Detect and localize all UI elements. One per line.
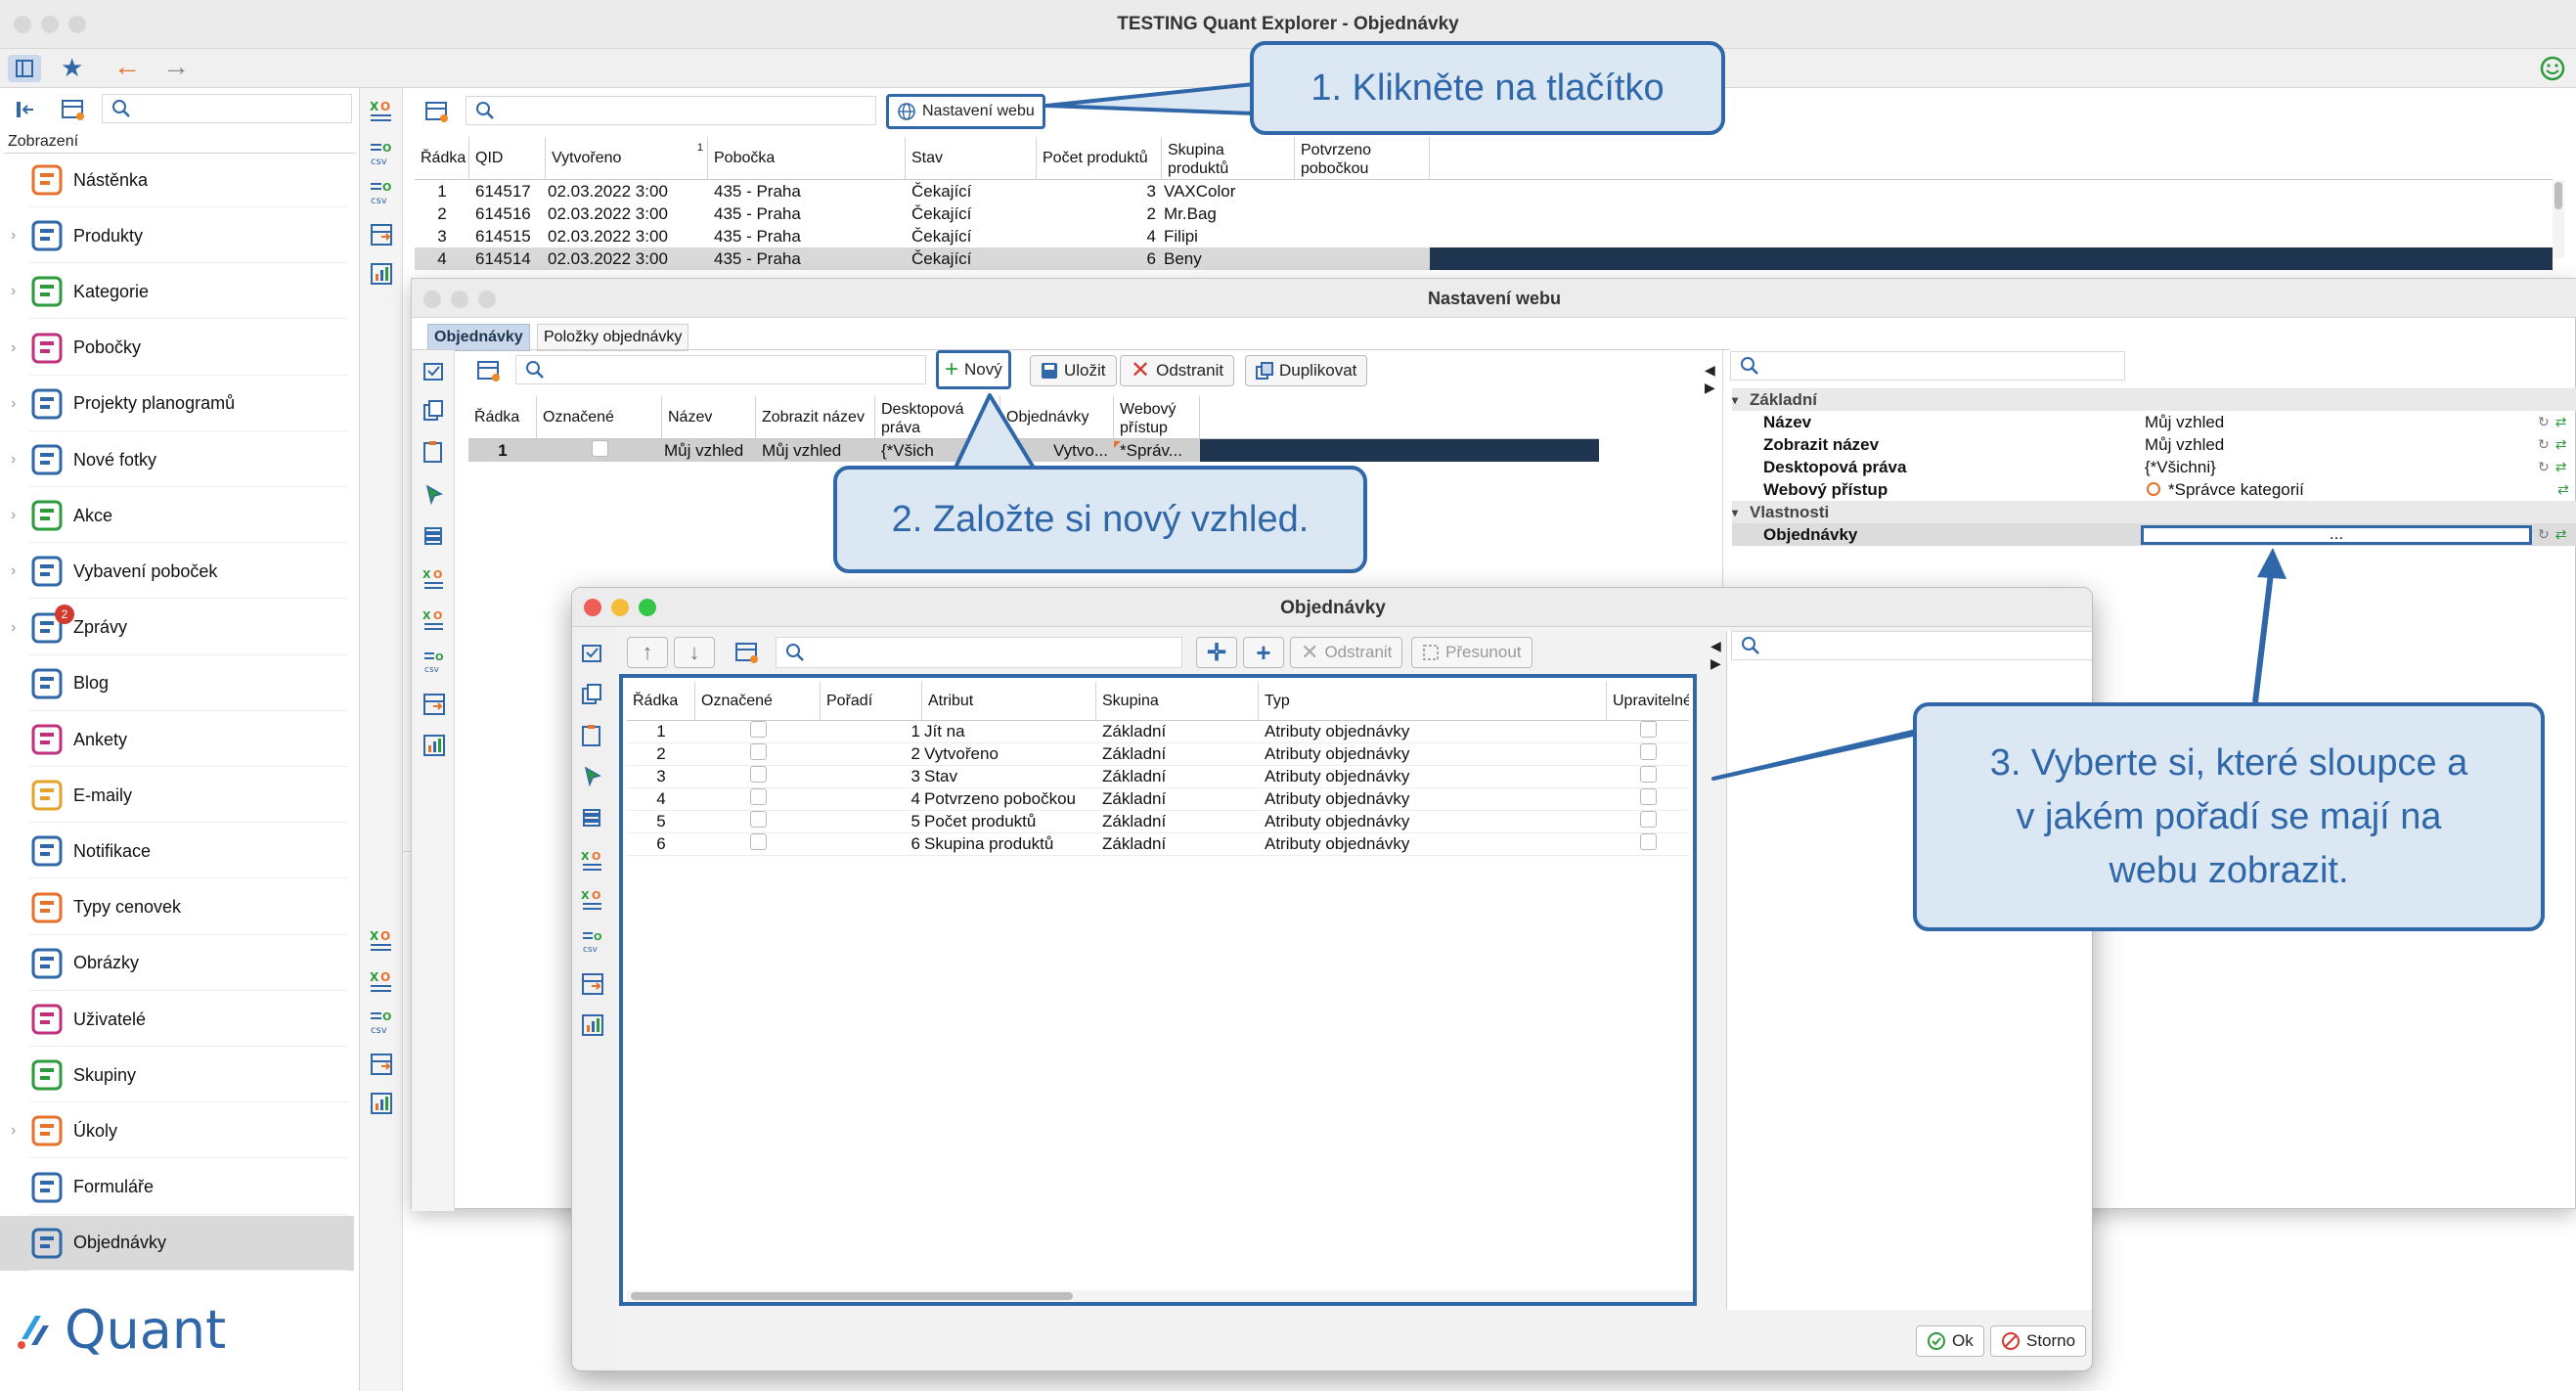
callout-step-3-line-1: 3. Vyberte si, které sloupce a	[1989, 741, 2468, 784]
callout-step-3-line-3: webu zobrazit.	[2109, 849, 2349, 891]
callout-step-2: 2. Založte si nový vzhled.	[833, 466, 1367, 573]
callout-step-3: 3. Vyberte si, které sloupce a v jakém p…	[1913, 702, 2545, 931]
callout-step-3-line-2: v jakém pořadí se mají na	[2016, 795, 2442, 837]
callout-pointers	[953, 82, 2287, 781]
callout-step-1: 1. Klikněte na tlačítko	[1250, 41, 1725, 135]
